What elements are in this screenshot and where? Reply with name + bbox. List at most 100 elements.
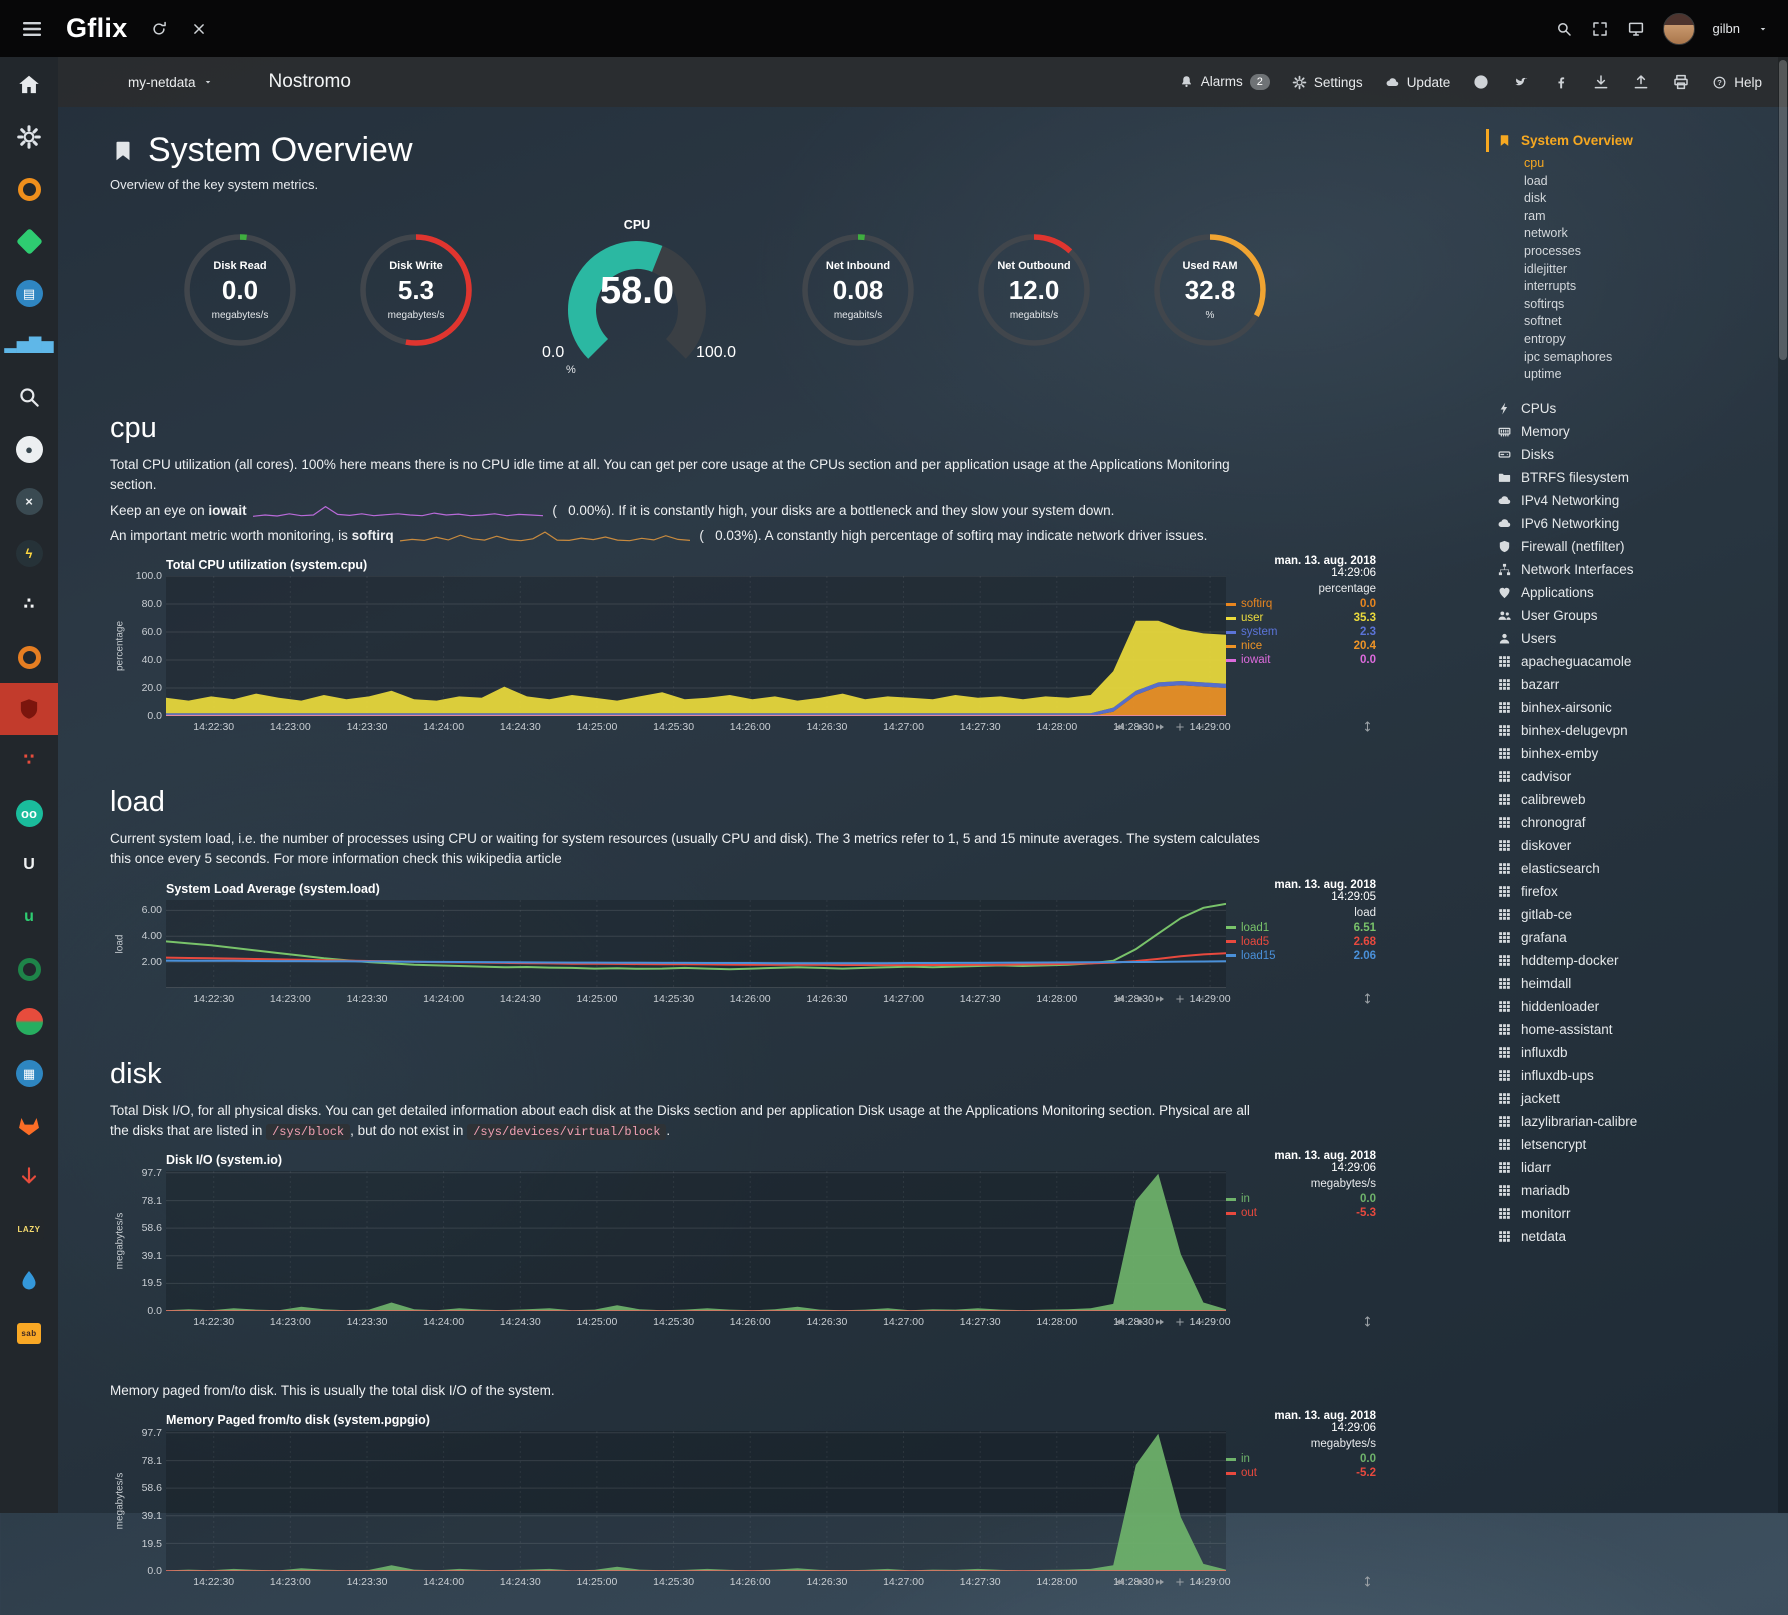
menu-item-binhex-delugevpn[interactable]: binhex-delugevpn	[1486, 719, 1742, 742]
gauge-cpu[interactable]: CPU58.00.0100.0%	[532, 218, 742, 380]
plus-icon[interactable]	[1174, 1575, 1186, 1587]
legend-entry-nice[interactable]: nice20.4	[1226, 640, 1376, 652]
menu-system-overview[interactable]: System Overview	[1486, 129, 1742, 152]
facebook-icon[interactable]	[1552, 73, 1570, 91]
rail-item-app-lazylibrarian[interactable]: LAZY	[0, 1203, 58, 1255]
menu-item-btrfs-filesystem[interactable]: BTRFS filesystem	[1486, 466, 1742, 489]
minus-icon[interactable]	[1194, 1575, 1206, 1587]
gauge-disk-write[interactable]: Disk Write5.3megabytes/s	[356, 218, 476, 368]
rail-item-app-cluster[interactable]: ∴	[0, 579, 58, 631]
menu-item-elasticsearch[interactable]: elasticsearch	[1486, 857, 1742, 880]
menu-item-chronograf[interactable]: chronograf	[1486, 811, 1742, 834]
rail-item-app-gitlab[interactable]	[0, 1099, 58, 1151]
legend-entry-load5[interactable]: load52.68	[1226, 936, 1376, 948]
refresh-icon[interactable]	[150, 20, 168, 38]
hamburger-icon[interactable]	[20, 17, 44, 41]
resize-icon[interactable]	[1361, 1315, 1374, 1328]
resize-icon[interactable]	[1361, 1575, 1374, 1588]
menu-item-ipv6-networking[interactable]: IPv6 Networking	[1486, 512, 1742, 535]
minus-icon[interactable]	[1194, 720, 1206, 732]
gauge-disk-read[interactable]: Disk Read0.0megabytes/s	[180, 218, 300, 368]
close-icon[interactable]	[190, 20, 208, 38]
menu-item-calibreweb[interactable]: calibreweb	[1486, 788, 1742, 811]
resize-icon[interactable]	[1361, 992, 1374, 1005]
gauge-used-ram[interactable]: Used RAM32.8%	[1150, 218, 1270, 368]
menu-item-influxdb-ups[interactable]: influxdb-ups	[1486, 1064, 1742, 1087]
menu-sub-network[interactable]: network	[1524, 225, 1742, 243]
menu-sub-softnet[interactable]: softnet	[1524, 313, 1742, 331]
forward-icon[interactable]	[1154, 720, 1166, 732]
legend-entry-iowait[interactable]: iowait0.0	[1226, 654, 1376, 666]
twitter-icon[interactable]	[1512, 73, 1530, 91]
menu-item-hiddenloader[interactable]: hiddenloader	[1486, 995, 1742, 1018]
menu-sub-interrupts[interactable]: interrupts	[1524, 278, 1742, 296]
rail-item-app-orange-sun[interactable]	[0, 631, 58, 683]
play-icon[interactable]	[1134, 1575, 1146, 1587]
menu-sub-idlejitter[interactable]: idlejitter	[1524, 261, 1742, 279]
fullscreen-icon[interactable]	[1591, 20, 1609, 38]
legend-entry-load15[interactable]: load152.06	[1226, 950, 1376, 962]
menu-sub-softirqs[interactable]: softirqs	[1524, 296, 1742, 314]
menu-item-lazylibrarian-calibre[interactable]: lazylibrarian-calibre	[1486, 1110, 1742, 1133]
avatar[interactable]	[1663, 13, 1695, 45]
rail-item-app-blue-tile[interactable]: ▤	[0, 267, 58, 319]
menu-sub-processes[interactable]: processes	[1524, 243, 1742, 261]
menu-sub-uptime[interactable]: uptime	[1524, 366, 1742, 384]
menu-item-grafana[interactable]: grafana	[1486, 926, 1742, 949]
menu-item-apacheguacamole[interactable]: apacheguacamole	[1486, 650, 1742, 673]
menu-item-influxdb[interactable]: influxdb	[1486, 1041, 1742, 1064]
menu-item-memory[interactable]: Memory	[1486, 420, 1742, 443]
rail-item-app-orange-ring[interactable]	[0, 163, 58, 215]
menu-item-lidarr[interactable]: lidarr	[1486, 1156, 1742, 1179]
rail-item-app-teal-oo[interactable]: oo	[0, 787, 58, 839]
rail-item-app-lightning[interactable]: ϟ	[0, 527, 58, 579]
menu-sub-disk[interactable]: disk	[1524, 190, 1742, 208]
menu-sub-load[interactable]: load	[1524, 173, 1742, 191]
rail-item-app-search[interactable]	[0, 371, 58, 423]
rewind-icon[interactable]	[1114, 1315, 1126, 1327]
rewind-icon[interactable]	[1114, 720, 1126, 732]
menu-item-jackett[interactable]: jackett	[1486, 1087, 1742, 1110]
rail-item-app-green-diamond[interactable]	[0, 215, 58, 267]
menu-item-mariadb[interactable]: mariadb	[1486, 1179, 1742, 1202]
scrollbar-thumb[interactable]	[1779, 60, 1787, 360]
rail-item-app-red-arrow[interactable]	[0, 1151, 58, 1203]
caret-down-icon[interactable]	[1758, 24, 1768, 34]
menu-item-cadvisor[interactable]: cadvisor	[1486, 765, 1742, 788]
legend-entry-load1[interactable]: load16.51	[1226, 922, 1376, 934]
gauge-net-outbound[interactable]: Net Outbound12.0megabits/s	[974, 218, 1094, 368]
rewind-icon[interactable]	[1114, 1575, 1126, 1587]
chart-plot-area[interactable]	[166, 900, 1226, 988]
menu-item-cpus[interactable]: CPUs	[1486, 397, 1742, 420]
forward-icon[interactable]	[1154, 1575, 1166, 1587]
upload-icon[interactable]	[1632, 73, 1650, 91]
scrollbar[interactable]	[1778, 57, 1788, 1513]
minus-icon[interactable]	[1194, 1315, 1206, 1327]
username[interactable]: gilbn	[1713, 21, 1740, 36]
menu-item-letsencrypt[interactable]: letsencrypt	[1486, 1133, 1742, 1156]
play-icon[interactable]	[1134, 720, 1146, 732]
chart-plot-area[interactable]	[166, 1431, 1226, 1571]
menu-item-home-assistant[interactable]: home-assistant	[1486, 1018, 1742, 1041]
menu-item-firewall-netfilter-[interactable]: Firewall (netfilter)	[1486, 535, 1742, 558]
help-button[interactable]: ? Help	[1712, 75, 1762, 90]
download-icon[interactable]	[1592, 73, 1610, 91]
menu-item-binhex-airsonic[interactable]: binhex-airsonic	[1486, 696, 1742, 719]
legend-entry-in[interactable]: in0.0	[1226, 1193, 1376, 1205]
menu-item-heimdall[interactable]: heimdall	[1486, 972, 1742, 995]
gauge-net-inbound[interactable]: Net Inbound0.08megabits/s	[798, 218, 918, 368]
alarms-button[interactable]: Alarms 2	[1179, 74, 1270, 90]
legend-entry-out[interactable]: out-5.2	[1226, 1467, 1376, 1479]
menu-item-bazarr[interactable]: bazarr	[1486, 673, 1742, 696]
rewind-icon[interactable]	[1114, 992, 1126, 1004]
chart-plot-area[interactable]	[166, 576, 1226, 716]
rail-item-app-drop[interactable]	[0, 1255, 58, 1307]
legend-entry-in[interactable]: in0.0	[1226, 1453, 1376, 1465]
rail-item-app-blue-grid[interactable]: ▦	[0, 1047, 58, 1099]
rail-item-app-green-u[interactable]: u	[0, 891, 58, 943]
menu-sub-ram[interactable]: ram	[1524, 208, 1742, 226]
minus-icon[interactable]	[1194, 992, 1206, 1004]
menu-item-diskover[interactable]: diskover	[1486, 834, 1742, 857]
rail-item-app-red-green[interactable]	[0, 995, 58, 1047]
plus-icon[interactable]	[1174, 1315, 1186, 1327]
